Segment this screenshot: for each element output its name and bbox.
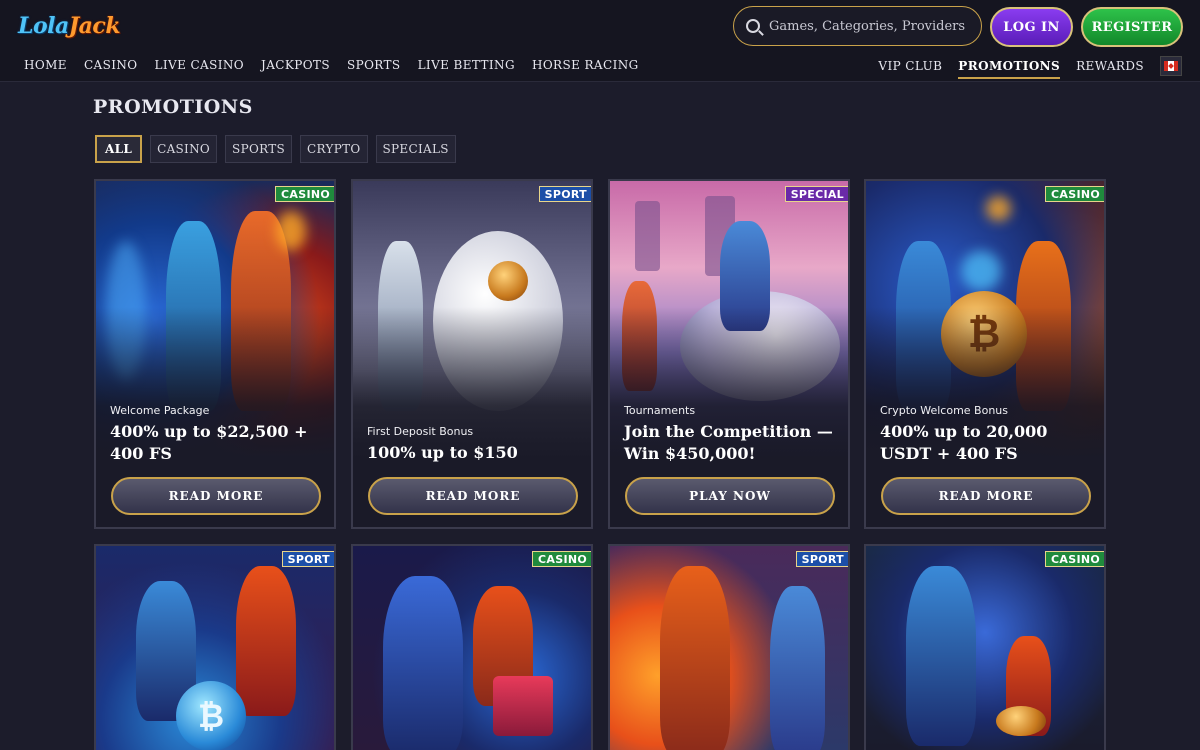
read-more-button[interactable]: READ MORE: [881, 477, 1091, 515]
tag-sport-badge: SPORT: [795, 551, 848, 567]
card-artwork: [866, 546, 1104, 750]
promo-card-sport-crypto[interactable]: ₿ SPORT: [94, 544, 336, 750]
tag-casino-badge: CASINO: [1045, 551, 1104, 567]
promo-card-casino-3[interactable]: CASINO: [864, 544, 1106, 750]
card-artwork: [610, 546, 848, 750]
tag-sport-badge: SPORT: [538, 186, 591, 202]
card-artwork: ₿: [96, 546, 334, 750]
filter-all[interactable]: ALL: [95, 135, 143, 163]
promo-card-crypto-welcome[interactable]: ₿ CASINO Crypto Welcome Bonus 400% up to…: [864, 179, 1106, 529]
nav-jackpots[interactable]: JACKPOTS: [261, 58, 330, 72]
nav-live-betting[interactable]: LIVE BETTING: [418, 58, 515, 72]
logo-text-lola: Lola: [18, 13, 69, 39]
play-now-button[interactable]: PLAY NOW: [625, 477, 835, 515]
site-header: LolaJack LOG IN REGISTER HOME CASINO LIV…: [0, 0, 1200, 82]
promo-card-sport-2[interactable]: SPORT: [608, 544, 850, 750]
search-icon: [746, 19, 760, 33]
login-button[interactable]: LOG IN: [990, 7, 1073, 47]
promo-card-tournaments[interactable]: SPECIAL Tournaments Join the Competition…: [608, 179, 850, 529]
card-subtitle: Welcome Package: [110, 404, 210, 417]
card-title: Join the Competition — Win $450,000!: [624, 422, 833, 463]
card-subtitle: First Deposit Bonus: [367, 425, 474, 438]
nav-vip-club[interactable]: VIP CLUB: [878, 59, 942, 73]
nav-horse-racing[interactable]: HORSE RACING: [532, 58, 639, 72]
card-subtitle: Tournaments: [624, 404, 696, 417]
card-title: 400% up to $22,500 + 400 FS: [110, 422, 308, 463]
tag-casino-badge: CASINO: [1045, 186, 1104, 202]
register-button[interactable]: REGISTER: [1081, 7, 1183, 47]
card-artwork: [353, 546, 591, 750]
tag-sport-badge: SPORT: [281, 551, 334, 567]
card-title: 400% up to 20,000 USDT + 400 FS: [880, 422, 1048, 463]
filter-sports[interactable]: SPORTS: [225, 135, 293, 163]
nav-live-casino[interactable]: LIVE CASINO: [155, 58, 245, 72]
read-more-button[interactable]: READ MORE: [368, 477, 578, 515]
main-nav: HOME CASINO LIVE CASINO JACKPOTS SPORTS …: [24, 58, 656, 72]
secondary-nav: VIP CLUB PROMOTIONS REWARDS: [878, 56, 1182, 79]
nav-promotions[interactable]: PROMOTIONS: [958, 59, 1060, 79]
card-subtitle: Crypto Welcome Bonus: [880, 404, 1008, 417]
filter-casino[interactable]: CASINO: [150, 135, 218, 163]
tag-casino-badge: CASINO: [275, 186, 334, 202]
canada-flag-icon[interactable]: [1160, 56, 1182, 76]
tag-casino-badge: CASINO: [532, 551, 591, 567]
search-input[interactable]: [769, 18, 969, 34]
search-box[interactable]: [733, 6, 982, 46]
filter-specials[interactable]: SPECIALS: [375, 135, 456, 163]
promo-card-casino-2[interactable]: CASINO: [351, 544, 593, 750]
nav-rewards[interactable]: REWARDS: [1076, 59, 1144, 73]
lolajack-logo[interactable]: Lola Jack: [18, 8, 121, 44]
promo-card-first-deposit[interactable]: SPORT First Deposit Bonus 100% up to $15…: [351, 179, 593, 529]
nav-casino[interactable]: CASINO: [84, 58, 138, 72]
page-title: PROMOTIONS: [93, 96, 253, 118]
nav-home[interactable]: HOME: [24, 58, 67, 72]
logo-text-jack: Jack: [68, 13, 121, 39]
tag-special-badge: SPECIAL: [784, 186, 848, 202]
read-more-button[interactable]: READ MORE: [111, 477, 321, 515]
filter-crypto[interactable]: CRYPTO: [300, 135, 368, 163]
card-title: 100% up to $150: [367, 443, 518, 462]
promo-filters: ALL CASINO SPORTS CRYPTO SPECIALS: [95, 135, 456, 163]
promo-card-welcome-package[interactable]: CASINO Welcome Package 400% up to $22,50…: [94, 179, 336, 529]
nav-sports[interactable]: SPORTS: [347, 58, 401, 72]
